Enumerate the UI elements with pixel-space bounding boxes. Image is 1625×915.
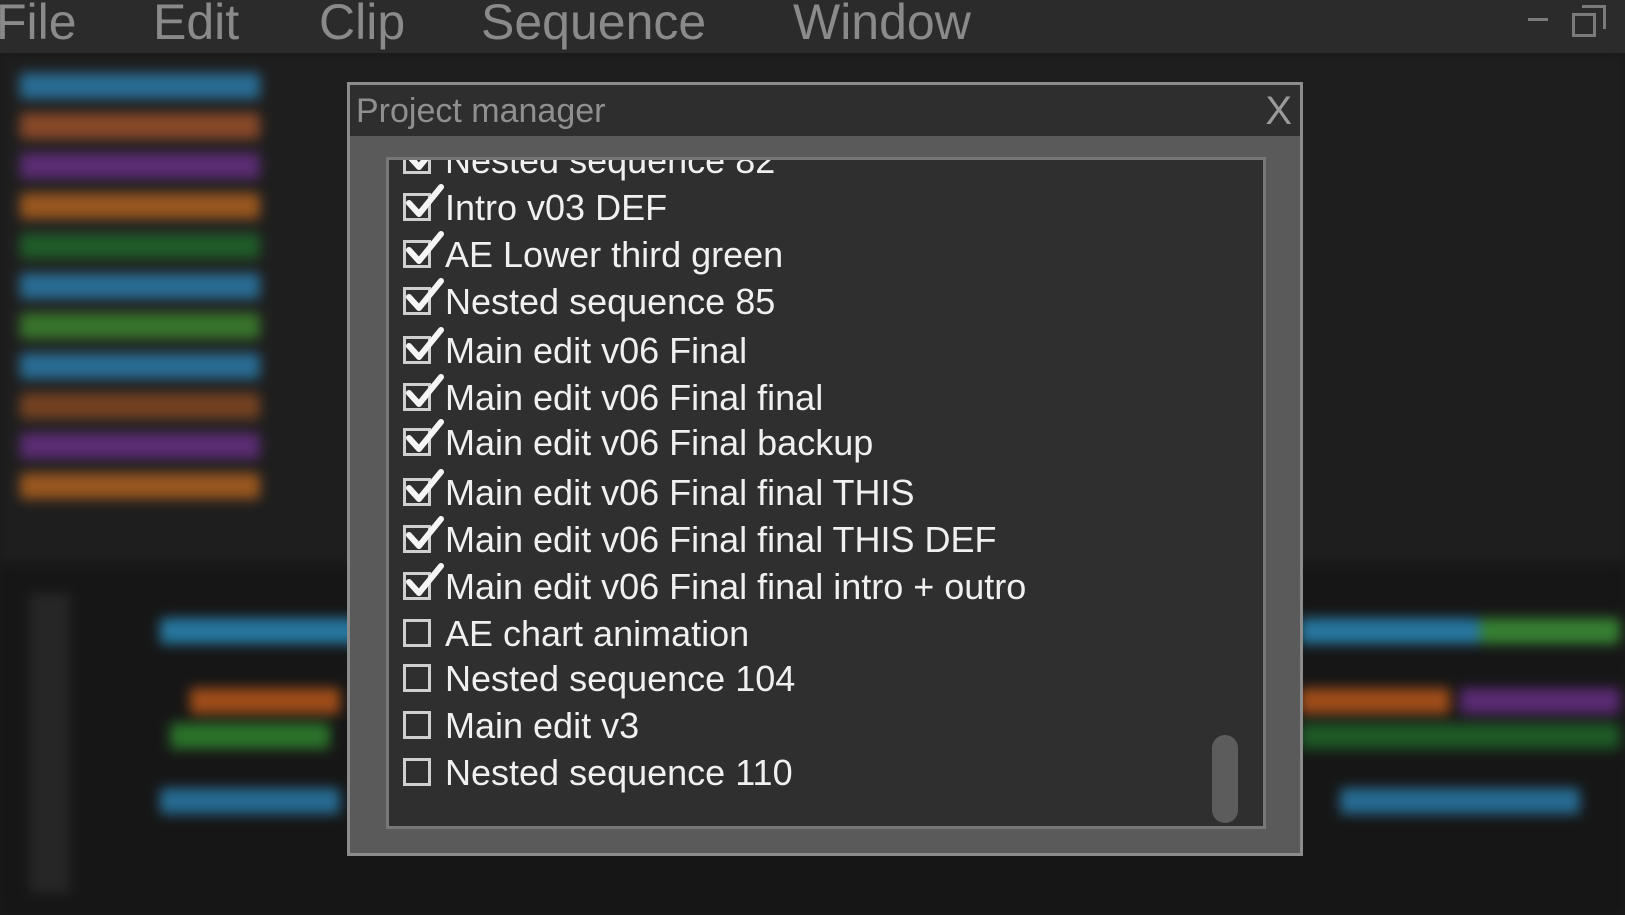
list-item-label: AE chart animation [445,613,750,654]
bg-track-bar [20,73,260,99]
bg-clip [1340,788,1580,814]
checkbox[interactable] [403,193,431,221]
list-item-label: Main edit v06 Final final intro + outro [445,566,1027,607]
list-item-label: Main edit v06 Final final THIS DEF [445,519,997,560]
bg-track-bar [20,313,260,339]
list-item-label: Main edit v06 Final final THIS [445,472,915,513]
checkbox[interactable] [403,525,431,553]
list-item[interactable]: Nested sequence 104 [389,656,1209,702]
list-item[interactable]: Main edit v06 Final [389,327,1209,374]
bg-track-bar [20,473,260,499]
checkbox[interactable] [403,336,431,364]
list-item[interactable]: Main edit v06 Final final THIS DEF [389,516,1209,563]
checkbox[interactable] [403,711,431,739]
bg-clip [1460,688,1620,714]
checkbox[interactable] [403,664,431,692]
bg-track-bar [20,233,260,259]
checkbox[interactable] [403,758,431,786]
bg-track-bar [20,153,260,179]
bg-clip [190,688,340,714]
minimize-icon[interactable] [1528,18,1548,21]
list-item-label: Main edit v06 Final backup [445,422,874,463]
list-item-label: Nested sequence 110 [445,752,793,793]
restore-icon[interactable] [1572,5,1610,39]
list-item[interactable]: AE Lower third green [389,231,1209,278]
close-button[interactable]: X [1265,89,1292,133]
dialog-titlebar[interactable]: Project manager X [350,85,1300,136]
bg-track-bar [20,273,260,299]
bg-clip [170,723,330,749]
checkbox[interactable] [403,287,431,315]
bg-clip [160,788,340,814]
list-item-label: Nested sequence 85 [445,281,776,322]
menu-window[interactable]: Window [793,0,971,52]
list-item[interactable]: Nested sequence 110 [389,750,1209,796]
checkbox[interactable] [403,478,431,506]
dialog-title: Project manager [356,92,606,130]
sequence-list: Nested sequence 82 Intro v03 DEF AE Lower … [386,157,1266,829]
bg-track-headers [30,593,70,893]
list-item[interactable]: Main edit v3 [389,703,1209,749]
project-manager-dialog: Project manager X Nested sequence 82 Intr… [347,82,1303,856]
bg-clip [1300,723,1620,749]
list-item-label: Main edit v3 [445,705,640,746]
list-item-label: Nested sequence 82 [445,157,776,181]
bg-track-bar [20,193,260,219]
list-item[interactable]: Nested sequence 82 [389,157,1209,184]
list-item[interactable]: Main edit v06 Final final intro + outro [389,563,1209,610]
list-item[interactable]: Intro v03 DEF [389,184,1209,231]
list-item[interactable]: Main edit v06 Final final THIS [389,469,1209,516]
checkbox[interactable] [403,160,431,174]
menu-clip[interactable]: Clip [319,0,405,52]
list-item-label: AE Lower third green [445,234,784,275]
scrollbar-thumb[interactable] [1212,735,1238,823]
bg-clip [1300,688,1450,714]
list-item-label: Intro v03 DEF [445,187,668,228]
list-item[interactable]: Main edit v06 Final final [389,374,1209,421]
list-item[interactable]: Nested sequence 85 [389,278,1209,325]
list-item-label: Nested sequence 104 [445,658,796,699]
bg-track-bar [20,113,260,139]
bg-track-bar [20,393,260,419]
list-item[interactable]: Main edit v06 Final backup [389,419,1209,466]
bg-track-bar [20,353,260,379]
bg-clip [160,618,360,644]
checkbox[interactable] [403,572,431,600]
list-item-label: Main edit v06 Final final [445,377,824,418]
bg-clip [1480,618,1620,644]
bg-track-bar [20,433,260,459]
list-item[interactable]: AE chart animation [389,611,1209,657]
checkbox[interactable] [403,240,431,268]
menu-file[interactable]: File [0,0,77,52]
checkbox[interactable] [403,619,431,647]
checkbox[interactable] [403,428,431,456]
menu-bar: File Edit Clip Sequence Window [0,0,1625,53]
list-item-label: Main edit v06 Final [445,330,748,371]
menu-edit[interactable]: Edit [153,0,239,52]
bg-clip [1300,618,1480,644]
checkbox[interactable] [403,383,431,411]
menu-sequence[interactable]: Sequence [481,0,706,52]
